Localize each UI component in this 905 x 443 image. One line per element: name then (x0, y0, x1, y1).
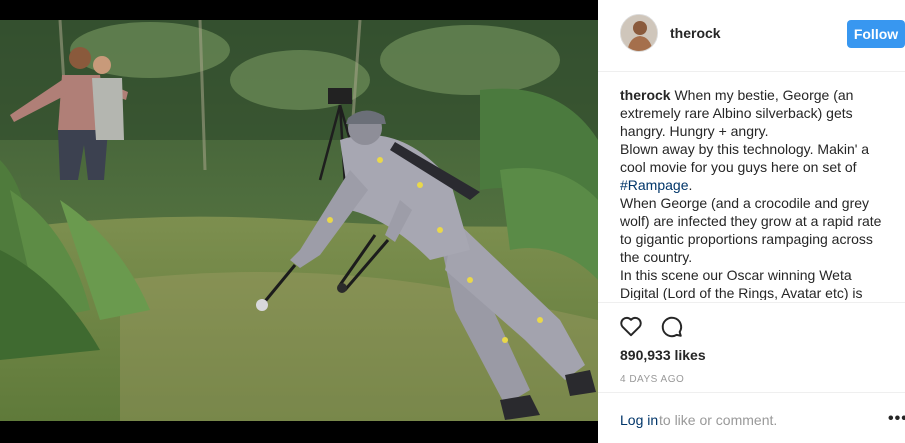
avatar[interactable] (620, 14, 658, 52)
post-caption: therock When my bestie, George (an extre… (620, 86, 890, 300)
login-prompt-text: to like or comment. (659, 412, 778, 428)
avatar-image (621, 15, 657, 51)
post-timestamp[interactable]: 4 DAYS AGO (620, 374, 684, 385)
heart-icon[interactable] (618, 313, 646, 341)
caption-line-4: When George (and a crocodile and grey wo… (620, 195, 882, 265)
jungle-set-photo (0, 20, 598, 421)
caption-line-5: In this scene our Oscar winning Weta Dig… (620, 267, 863, 300)
caption-line-2: Blown away by this technology. Makin' a … (620, 141, 870, 175)
post-photo-panel (0, 0, 598, 443)
likes-count[interactable]: 890,933 likes (620, 347, 706, 363)
comment-row: Log in to like or comment. ••• (598, 392, 905, 443)
post-photo[interactable] (0, 20, 598, 421)
caption-line-3: . (688, 177, 693, 193)
caption-username[interactable]: therock (620, 87, 671, 103)
post-sidebar: therock Follow therock When my bestie, G… (598, 0, 905, 443)
login-link[interactable]: Log in (620, 412, 658, 428)
post-header: therock Follow (598, 0, 905, 72)
comment-icon[interactable] (658, 313, 686, 341)
hashtag-link[interactable]: #Rampage (620, 177, 689, 193)
follow-button[interactable]: Follow (847, 20, 905, 48)
more-options-icon[interactable]: ••• (888, 410, 905, 428)
post-actions: 890,933 likes 4 DAYS AGO (598, 302, 905, 392)
username-link[interactable]: therock (670, 25, 721, 41)
